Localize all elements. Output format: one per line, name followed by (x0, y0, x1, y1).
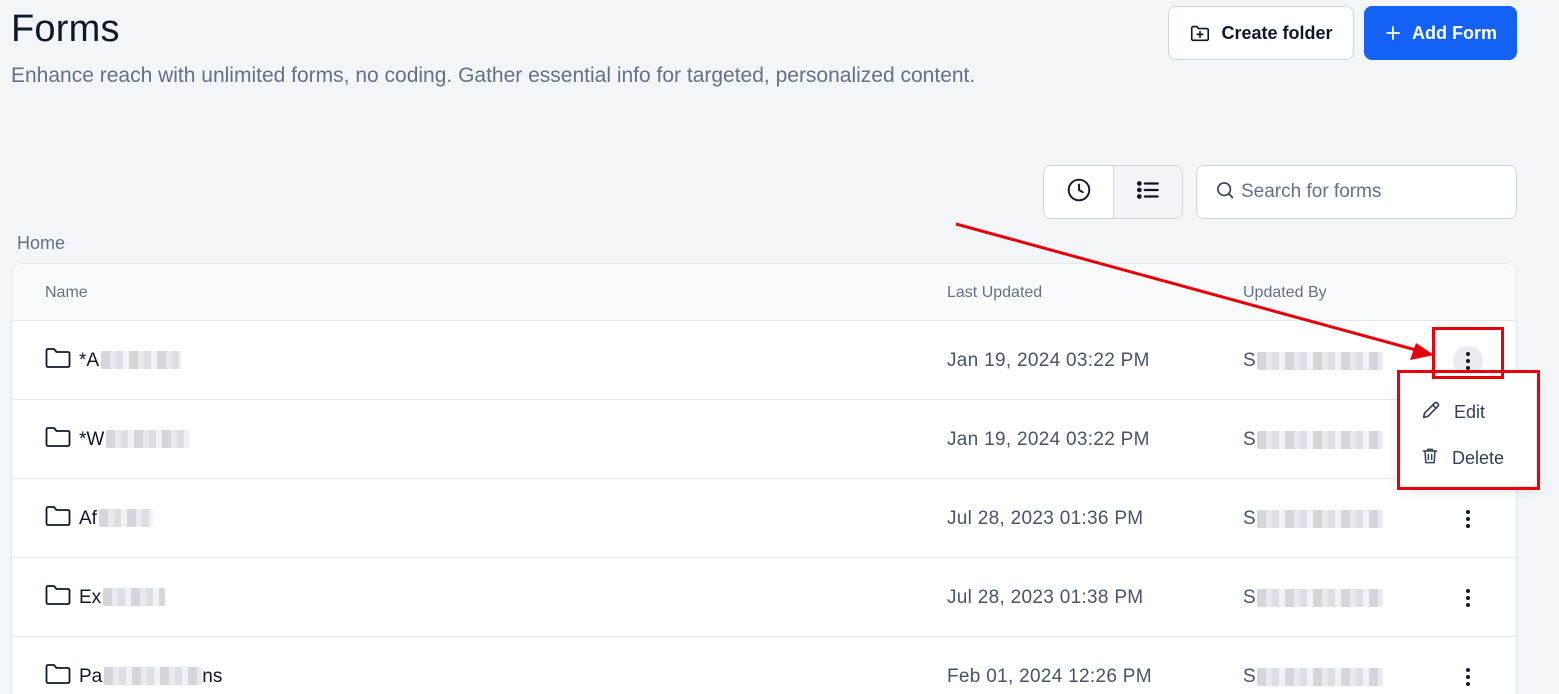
edit-label: Edit (1454, 401, 1486, 422)
folder-icon (45, 347, 71, 375)
redacted-text (1256, 351, 1383, 370)
table-row[interactable]: Pa ns Feb 01, 2024 12:26 PM S (12, 637, 1516, 694)
redacted-text (1256, 509, 1383, 528)
add-form-button[interactable]: Add Form (1364, 6, 1517, 60)
redacted-text (106, 430, 191, 449)
column-header-name: Name (45, 284, 88, 301)
row-last-updated: Jan 19, 2024 03:22 PM (947, 428, 1150, 450)
column-header-updated-by: Updated By (1243, 284, 1327, 301)
breadcrumb[interactable]: Home (17, 233, 65, 254)
table-header: Name Last Updated Updated By (12, 264, 1516, 321)
edit-menu-item[interactable]: Edit (1400, 389, 1536, 435)
redacted-text (104, 667, 203, 686)
search-icon (1215, 180, 1235, 205)
row-name[interactable]: *A (45, 321, 182, 400)
row-name-text: *A (79, 349, 100, 371)
row-menu (1452, 558, 1484, 637)
create-folder-label: Create folder (1221, 22, 1333, 43)
row-last-updated: Jul 28, 2023 01:36 PM (947, 507, 1144, 529)
row-name-text: *W (79, 428, 105, 450)
folder-icon (45, 584, 71, 612)
kebab-icon (1466, 351, 1470, 370)
list-view-button[interactable] (1113, 166, 1182, 218)
row-last-updated: Jan 19, 2024 03:22 PM (947, 349, 1150, 371)
row-name-text: Af (79, 507, 97, 529)
delete-label: Delete (1452, 447, 1505, 468)
pencil-icon (1420, 399, 1442, 426)
redacted-text (1256, 430, 1383, 449)
folder-icon (45, 505, 71, 533)
trash-icon (1420, 445, 1440, 472)
row-name[interactable]: Pa ns (45, 637, 222, 694)
search-input[interactable] (1241, 181, 1511, 203)
clock-icon (1066, 177, 1092, 208)
row-name[interactable]: Ex (45, 558, 166, 637)
row-name-text: ns (202, 665, 223, 687)
table-row[interactable]: Af Jul 28, 2023 01:36 PM S (12, 479, 1516, 558)
row-name[interactable]: Af (45, 479, 153, 558)
forms-table: Name Last Updated Updated By *A Jan 19, … (11, 263, 1517, 694)
row-updated-by: S (1243, 321, 1383, 400)
plus-icon (1384, 24, 1402, 42)
row-last-updated: Feb 01, 2024 12:26 PM (947, 665, 1152, 687)
redacted-text (101, 351, 182, 370)
kebab-icon (1466, 509, 1470, 528)
kebab-icon (1466, 588, 1470, 607)
recent-view-button[interactable] (1044, 166, 1113, 218)
kebab-icon (1466, 667, 1470, 686)
row-menu (1452, 479, 1484, 558)
create-folder-button[interactable]: Create folder (1168, 6, 1354, 60)
more-options-button[interactable] (1453, 662, 1483, 692)
row-menu (1452, 637, 1484, 694)
row-name[interactable]: *W (45, 400, 191, 479)
redacted-text (98, 509, 153, 528)
row-name-text: Pa (79, 665, 103, 687)
add-form-label: Add Form (1412, 22, 1497, 43)
more-options-button[interactable] (1453, 345, 1483, 376)
row-updated-by: S (1243, 558, 1383, 637)
row-updated-by: S (1243, 400, 1383, 479)
more-options-button[interactable] (1453, 583, 1483, 613)
table-row[interactable]: *W Jan 19, 2024 03:22 PM S (12, 400, 1516, 479)
table-row[interactable]: *A Jan 19, 2024 03:22 PM S (12, 321, 1516, 400)
page-subtitle: Enhance reach with unlimited forms, no c… (11, 64, 976, 87)
row-last-updated: Jul 28, 2023 01:38 PM (947, 586, 1144, 608)
delete-menu-item[interactable]: Delete (1400, 435, 1536, 481)
page-title: Forms (11, 8, 120, 50)
row-actions-menu: Edit Delete (1400, 373, 1536, 486)
table-row[interactable]: Ex Jul 28, 2023 01:38 PM S (12, 558, 1516, 637)
redacted-text (1256, 588, 1383, 607)
search-box (1196, 165, 1517, 219)
row-updated-by: S (1243, 479, 1383, 558)
list-icon (1135, 177, 1161, 208)
folder-plus-icon (1189, 22, 1211, 44)
row-updated-by: S (1243, 637, 1383, 694)
redacted-text (103, 588, 166, 607)
folder-icon (45, 663, 71, 691)
more-options-button[interactable] (1453, 504, 1483, 534)
row-name-text: Ex (79, 586, 102, 608)
folder-icon (45, 426, 71, 454)
column-header-last-updated: Last Updated (947, 284, 1043, 301)
view-toggle (1043, 165, 1183, 219)
redacted-text (1256, 667, 1383, 686)
